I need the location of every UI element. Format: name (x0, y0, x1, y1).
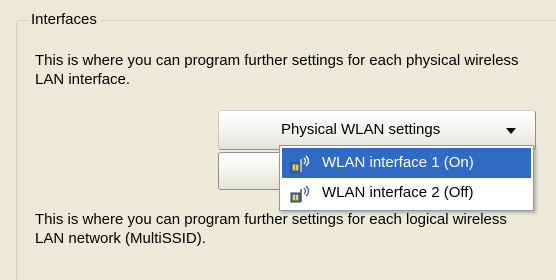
logical-description: This is where you can program further se… (35, 211, 507, 247)
menu-item-wlan-interface-1[interactable]: WLAN interface 1 (On) (282, 148, 531, 178)
group-title: Interfaces (28, 10, 100, 30)
physical-wlan-settings-label: Physical WLAN settings (281, 121, 441, 138)
menu-item-wlan-interface-2[interactable]: WLAN interface 2 (Off) (282, 178, 531, 208)
menu-item-label: WLAN interface 2 (Off) (322, 184, 474, 201)
wlan-interface-menu: WLAN interface 1 (On) WLAN interface 2 (… (279, 145, 534, 211)
physical-wlan-settings-button[interactable]: Physical WLAN settings (218, 110, 536, 150)
physical-description: This is where you can program further se… (35, 52, 519, 88)
wlan-antenna-icon (290, 155, 310, 173)
wlan-antenna-icon (290, 185, 310, 203)
menu-item-label: WLAN interface 1 (On) (322, 154, 474, 171)
dropdown-arrow-icon (506, 128, 516, 134)
